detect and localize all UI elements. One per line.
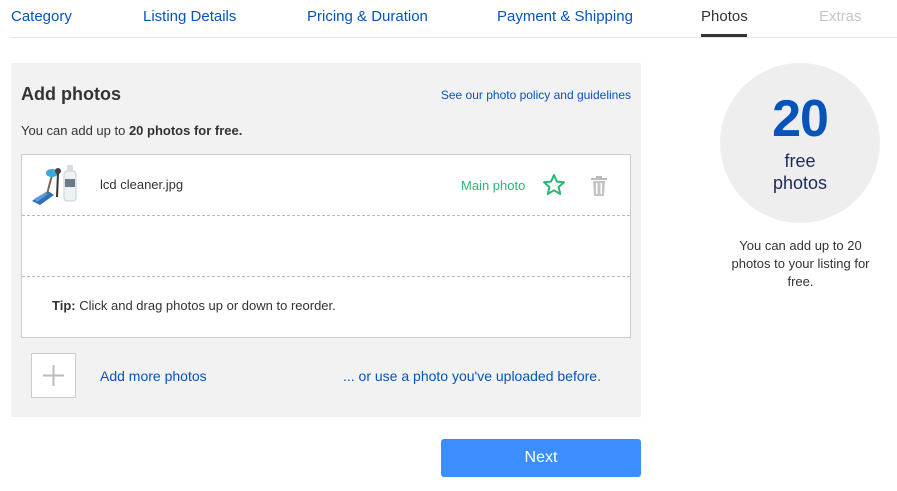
badge-line-photos: photos bbox=[772, 173, 828, 193]
badge-number: 20 bbox=[772, 90, 829, 148]
free-photos-note: You can add up to 20 photos for free. bbox=[21, 123, 242, 138]
active-tab-indicator bbox=[701, 34, 747, 37]
trash-icon[interactable] bbox=[589, 175, 609, 197]
add-photos-panel: Add photos See our photo policy and guid… bbox=[11, 63, 641, 417]
photo-list-item[interactable]: lcd cleaner.jpg Main photo bbox=[22, 155, 630, 216]
add-more-photos-link[interactable]: Add more photos bbox=[100, 368, 207, 384]
next-button[interactable]: Next bbox=[441, 439, 641, 477]
photo-list: lcd cleaner.jpg Main photo Tip: Click an… bbox=[21, 154, 631, 338]
step-tabs: Category Listing Details Pricing & Durat… bbox=[11, 0, 897, 38]
photo-policy-link[interactable]: See our photo policy and guidelines bbox=[441, 88, 631, 102]
star-icon[interactable] bbox=[542, 173, 566, 197]
tip-label: Tip: bbox=[52, 298, 76, 313]
photo-file-name: lcd cleaner.jpg bbox=[100, 177, 184, 192]
main-photo-label: Main photo bbox=[461, 178, 526, 193]
tab-pricing-duration[interactable]: Pricing & Duration bbox=[307, 8, 428, 25]
panel-title: Add photos bbox=[21, 84, 121, 104]
free-photos-side-note: You can add up to 20 photos to your list… bbox=[731, 238, 870, 289]
photo-thumbnail bbox=[30, 161, 88, 207]
tab-photos[interactable]: Photos bbox=[701, 8, 748, 25]
plus-icon bbox=[43, 365, 64, 386]
reorder-tip: Tip: Click and drag photos up or down to… bbox=[52, 298, 336, 313]
badge-line-free: free bbox=[784, 151, 816, 171]
free-note-bold: 20 photos for free. bbox=[128, 123, 243, 138]
empty-photo-slot bbox=[22, 216, 630, 277]
free-photos-badge: 20 free photos bbox=[720, 63, 880, 223]
tip-text: Click and drag photos up or down to reor… bbox=[75, 298, 336, 313]
add-photo-button[interactable] bbox=[31, 353, 76, 398]
use-uploaded-photo-link[interactable]: ... or use a photo you've uploaded befor… bbox=[343, 368, 601, 384]
tab-category[interactable]: Category bbox=[11, 8, 72, 25]
free-note-prefix: You can add up to bbox=[21, 123, 129, 138]
tab-extras: Extras bbox=[819, 8, 862, 25]
tab-listing-details[interactable]: Listing Details bbox=[143, 8, 236, 25]
tab-payment-shipping[interactable]: Payment & Shipping bbox=[497, 8, 633, 25]
